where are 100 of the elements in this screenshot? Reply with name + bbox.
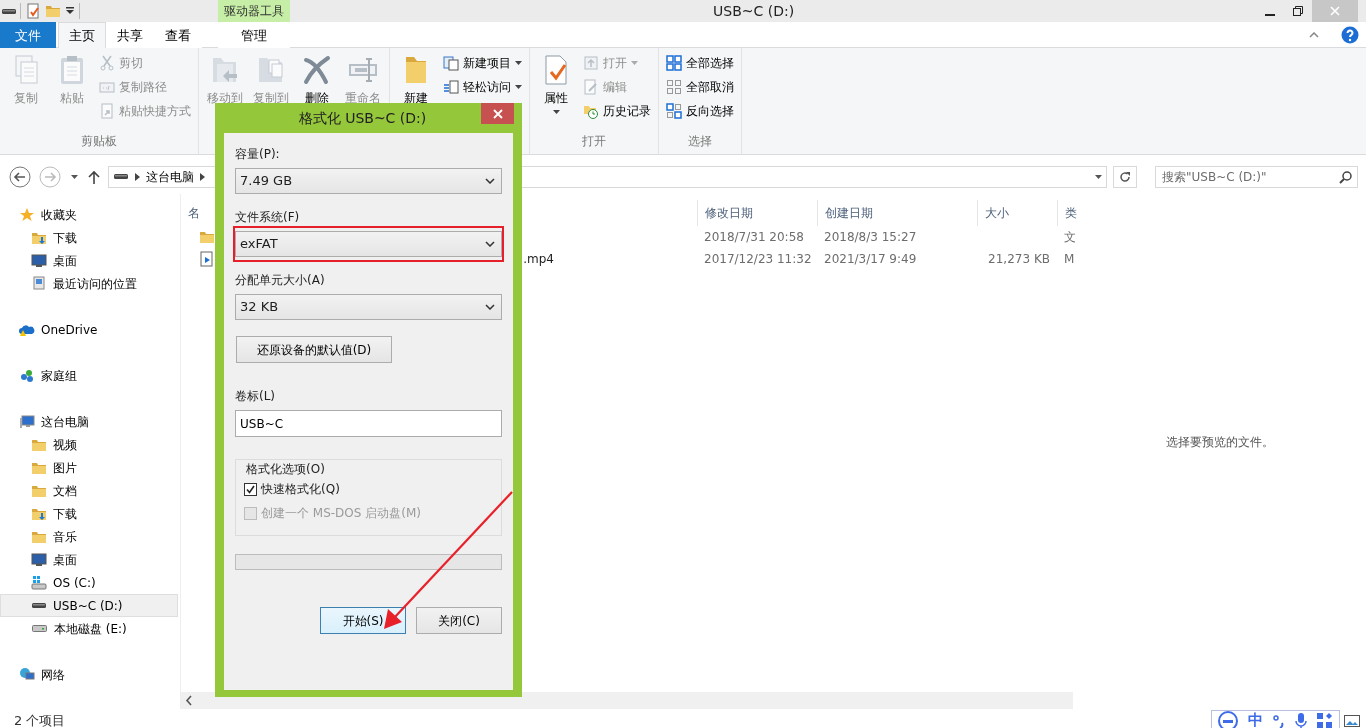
ribbon-button[interactable]: 删除 xyxy=(295,52,339,109)
ime-logo-icon[interactable] xyxy=(1218,710,1238,728)
dropdown[interactable]: 32 KB xyxy=(235,294,502,320)
refresh-icon xyxy=(1119,170,1131,183)
nav-item[interactable]: OS (C:) xyxy=(0,571,178,594)
restore-defaults-button[interactable]: 还原设备的默认值(D) xyxy=(236,336,392,363)
monitor-icon xyxy=(31,551,47,568)
punctuation-icon[interactable] xyxy=(1273,713,1285,728)
new-item-icon xyxy=(443,55,459,71)
refresh-button[interactable] xyxy=(1113,165,1137,188)
chevron-down-icon xyxy=(485,241,495,247)
customize-menu-icon[interactable] xyxy=(65,6,75,16)
table-cell-text: M xyxy=(1063,251,1073,268)
ribbon-button[interactable]: 属性 xyxy=(534,52,578,116)
up-arrow-icon xyxy=(88,169,100,184)
nav-item[interactable]: OneDrive xyxy=(0,318,178,341)
nav-item[interactable]: 桌面 xyxy=(0,548,178,571)
nav-item[interactable]: 收藏夹 xyxy=(0,203,178,226)
dialog-button[interactable]: 关闭(C) xyxy=(416,607,502,634)
grid-icon[interactable] xyxy=(1317,712,1333,728)
nav-item[interactable]: 图片 xyxy=(0,456,178,479)
table-cell-text: 2018/8/3 15:27 xyxy=(823,229,918,246)
computer-icon xyxy=(19,413,35,430)
properties-icon[interactable] xyxy=(25,3,41,19)
ribbon-button[interactable]: 全部选择 xyxy=(663,52,737,74)
drive-icon xyxy=(32,625,47,632)
chevron-icon xyxy=(135,172,140,181)
nav-item[interactable]: 文档 xyxy=(0,479,178,502)
folder-icon xyxy=(199,229,215,245)
chevron-down-icon xyxy=(485,304,495,310)
checkbox-label: 创建一个 MS-DOS 启动盘(M) xyxy=(261,505,421,522)
history-icon xyxy=(583,103,599,119)
ribbon-button[interactable]: 轻松访问 xyxy=(440,76,525,98)
nav-item[interactable]: 下载 xyxy=(0,226,178,249)
select-none-icon xyxy=(666,79,682,95)
nav-item[interactable]: 桌面 xyxy=(0,249,178,272)
nav-item[interactable]: USB~C (D:) xyxy=(0,594,178,617)
checkbox-label: 快速格式化(Q) xyxy=(261,481,340,498)
text-field[interactable]: USB~C xyxy=(235,410,502,437)
nav-item[interactable]: 网络 xyxy=(0,663,178,686)
restore-icon xyxy=(1293,6,1303,16)
drive-icon xyxy=(32,603,46,608)
nav-item[interactable]: 最近访问的位置 xyxy=(0,272,178,295)
microphone-icon[interactable] xyxy=(1295,712,1307,728)
dialog-button[interactable]: 开始(S) xyxy=(320,607,406,634)
path-icon xyxy=(99,79,115,95)
column-header[interactable]: 修改日期 xyxy=(697,200,817,226)
network-nodes-icon xyxy=(19,367,35,384)
scissors-icon xyxy=(99,55,115,71)
search-field[interactable]: 搜索"USB~C (D:)" xyxy=(1155,165,1358,188)
close-icon xyxy=(492,108,503,119)
ribbon-button[interactable]: 历史记录 xyxy=(580,100,654,122)
nav-item[interactable]: 下载 xyxy=(0,502,178,525)
nav-item[interactable]: 家庭组 xyxy=(0,364,178,387)
ribbon-group-label: 选择 xyxy=(687,133,713,150)
nav-item[interactable]: 视频 xyxy=(0,433,178,456)
table-cell-text: 文 xyxy=(1063,229,1073,246)
column-header[interactable]: 大小 xyxy=(977,200,1057,226)
ribbon-tab[interactable]: 文件 xyxy=(0,22,56,48)
contextual-tab-header: 驱动器工具 xyxy=(218,0,290,22)
shortcut-icon xyxy=(99,103,115,119)
nav-item[interactable]: 音乐 xyxy=(0,525,178,548)
edit-icon xyxy=(583,79,599,95)
select-all-icon xyxy=(666,55,682,71)
ribbon-button[interactable]: 新建项目 xyxy=(440,52,525,74)
window-title: USB~C (D:) xyxy=(713,1,795,21)
field-label: 容量(P): xyxy=(235,146,281,163)
close-button[interactable] xyxy=(481,103,514,124)
nav-item[interactable]: 这台电脑 xyxy=(0,410,178,433)
x-icon xyxy=(301,54,333,86)
drive-icon[interactable] xyxy=(2,8,16,14)
chevron-down-icon xyxy=(485,178,495,184)
nav-item[interactable]: 本地磁盘 (E:) xyxy=(0,617,178,640)
table-cell-text: 2021/3/17 9:49 xyxy=(823,251,918,268)
column-header[interactable]: 创建日期 xyxy=(817,200,977,226)
field-label: 卷标(L) xyxy=(235,388,277,405)
globe-computer-icon xyxy=(19,666,35,683)
video-file-icon xyxy=(199,251,215,267)
check-icon xyxy=(246,484,255,494)
star-icon xyxy=(19,206,35,223)
image-icon[interactable] xyxy=(1344,714,1360,727)
ribbon-button[interactable]: 反向选择 xyxy=(663,100,737,122)
field-label: 文件系统(F) xyxy=(235,209,301,226)
checkbox[interactable] xyxy=(244,482,257,496)
ribbon-tab[interactable]: 主页 xyxy=(58,22,106,48)
dropdown[interactable]: exFAT xyxy=(235,231,502,257)
item-count: 2 个项目 xyxy=(14,711,66,728)
drive-icon xyxy=(31,574,47,591)
open-icon xyxy=(583,55,599,71)
ribbon-group-label: 打开 xyxy=(581,133,607,150)
input-mode: 中 xyxy=(1248,710,1263,728)
caret-icon xyxy=(70,174,78,179)
caret-icon xyxy=(1095,174,1102,179)
breadcrumb[interactable]: 这台电脑 xyxy=(146,167,194,186)
help-icon xyxy=(1341,25,1359,44)
preview-message: 选择要预览的文件。 xyxy=(1165,433,1274,451)
ribbon-button[interactable]: 全部取消 xyxy=(663,76,737,98)
field-label: 分配单元大小(A) xyxy=(235,272,326,289)
dropdown[interactable]: 7.49 GB xyxy=(235,168,502,194)
back-button[interactable] xyxy=(8,165,32,188)
